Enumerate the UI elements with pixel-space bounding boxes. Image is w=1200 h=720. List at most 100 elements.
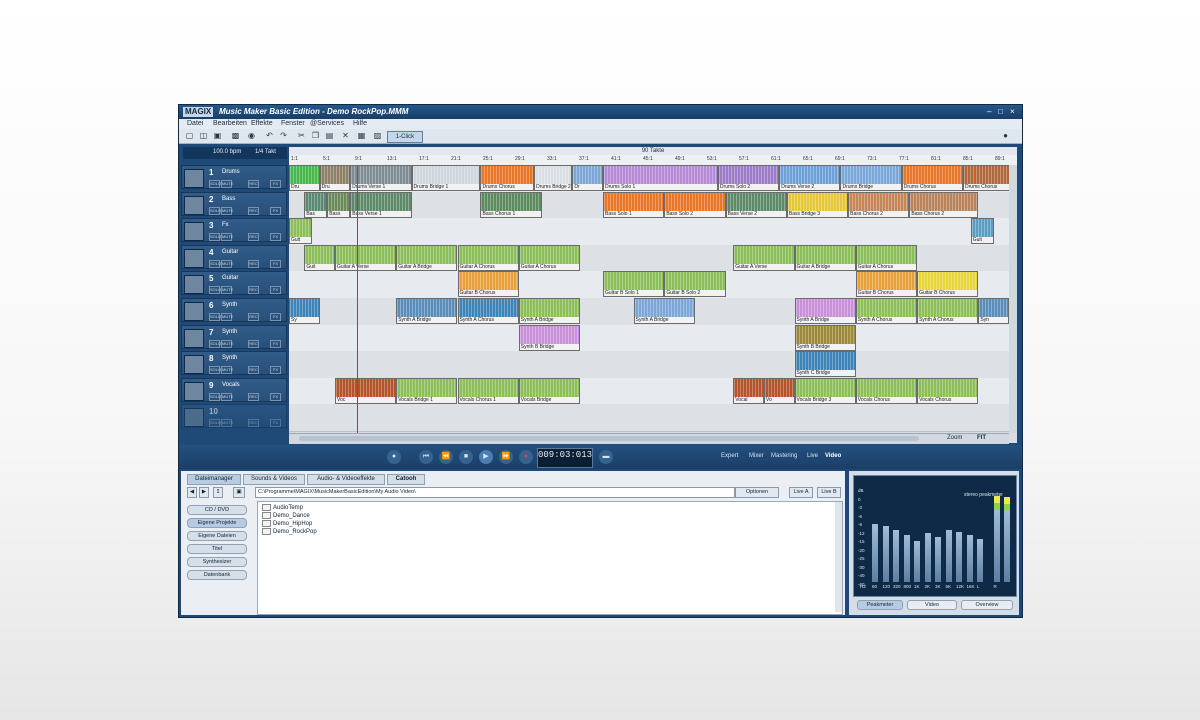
audio-object[interactable]: Guitar B Chorus [855,271,918,298]
audio-object[interactable]: Dr [572,165,604,191]
audio-object[interactable]: Bass Verse 2 [725,191,787,218]
playhead-marker[interactable] [357,165,358,441]
solo-button[interactable]: SOLO [209,392,221,401]
menu-fenster[interactable]: Fenster [281,120,305,127]
go-to-start-icon[interactable]: ⏮ [419,450,433,464]
audio-object[interactable]: Guitar B Chorus [457,271,519,298]
solo-button[interactable]: SOLO [209,419,221,428]
fit-button[interactable]: FIT [977,435,986,441]
audio-object[interactable]: Bass Solo 1 [603,191,665,218]
audio-object[interactable]: Bass Solo 2 [664,191,726,218]
audio-object[interactable]: Vocal [733,377,764,404]
play-icon[interactable]: ▶ [479,450,493,464]
redo-icon[interactable]: ↷ [279,131,288,140]
live-a-button[interactable]: Live A [789,487,813,498]
mute-button[interactable]: MUTE [221,180,233,188]
track-fx-button[interactable]: FX [270,419,281,428]
audio-object[interactable]: Vocals Bridge 1 [396,377,458,404]
mute-button[interactable]: MUTE [221,366,233,375]
eigene-dateien-button[interactable]: Eigene Dateien [187,531,247,541]
record-arm-button[interactable]: REC [248,206,259,215]
audio-object[interactable]: Guitar A Bridge [794,244,856,271]
horizontal-scroll-thumb[interactable] [299,436,919,441]
audio-object[interactable]: Syn [978,298,1009,324]
tab-dateimanager[interactable]: Dateimanager [187,474,241,485]
track-fx-button[interactable]: FX [270,313,281,321]
menu-bearbeiten[interactable]: Bearbeiten [213,120,247,127]
export-icon[interactable]: ▩ [231,131,240,140]
audio-object[interactable]: Dru [319,165,351,191]
audio-object[interactable]: Vocals Chorus [917,377,979,404]
track-header[interactable]: 1 Drums SOLO MUTE REC FX [181,165,287,189]
menu-datei[interactable]: Datei [187,120,203,127]
track-header[interactable]: 7 Synth SOLO MUTE REC FX [181,324,287,349]
audio-object[interactable]: Vocals Chorus 1 [457,377,519,404]
mute-button[interactable]: MUTE [221,233,233,242]
record-arm-button[interactable]: REC [248,392,259,401]
tempo-display[interactable]: 100.0 bpm 1/4 Takt [183,147,287,159]
track-fx-button[interactable]: FX [270,286,281,295]
file-list-scrollbar[interactable] [835,502,842,612]
mixdown-icon[interactable]: ▨ [373,131,382,140]
back-icon[interactable]: ◀ [187,487,197,498]
track-fx-button[interactable]: FX [270,366,281,375]
synthesizer-button[interactable]: Synthesizer [187,557,247,567]
record-arm-button[interactable]: REC [248,286,259,295]
audio-object[interactable]: Vocals Chorus [855,377,918,404]
track-fx-button[interactable]: FX [270,180,281,188]
audio-object[interactable]: Drums Solo 1 [603,165,718,191]
vertical-scrollbar[interactable] [1009,165,1017,433]
open-folder-icon[interactable]: ◫ [199,131,208,140]
fast-forward-icon[interactable]: ⏩ [499,450,513,464]
audio-object[interactable]: Guitar B Solo 2 [664,271,726,298]
audio-object[interactable]: Guitar A Verse [334,244,397,271]
audio-object[interactable]: Drums Chorus [480,165,535,191]
record-arm-button[interactable]: REC [248,180,259,188]
audio-object[interactable]: Vocals Bridge [518,377,581,404]
maximize-icon[interactable]: □ [998,107,1003,117]
group-icon[interactable]: ▦ [357,131,366,140]
cd-dvd-button[interactable]: CD / DVD [187,505,247,515]
audio-object[interactable]: Guit [970,218,994,245]
computer-icon[interactable]: ▣ [233,487,245,498]
audio-object[interactable]: Drums Verse 2 [779,165,841,191]
audio-object[interactable]: Synth B Bridge [518,324,581,351]
audio-object[interactable]: Guitar A Chorus [855,244,918,271]
audio-object[interactable]: Synth A Chorus [855,298,918,324]
undo-icon[interactable]: ↶ [265,131,274,140]
tab-expert[interactable]: Expert [721,453,738,459]
burn-disc-icon[interactable]: ◉ [247,131,256,140]
horizontal-scrollbar[interactable]: Zoom FIT [289,433,1009,444]
audio-object[interactable]: Guitar A Chorus [518,244,581,271]
audio-object[interactable]: Drums Bridge 1 [411,165,481,191]
list-item[interactable]: AudioTemp [262,504,303,511]
rewind-icon[interactable]: ⏪ [439,450,453,464]
solo-button[interactable]: SOLO [209,233,221,242]
audio-object[interactable]: Guitar B Solo 1 [603,271,665,298]
audio-object[interactable]: Synth B Bridge [794,324,856,351]
audio-object[interactable]: Synth A Chorus [917,298,979,324]
mute-button[interactable]: MUTE [221,313,233,321]
track-header[interactable]: 2 Bass SOLO MUTE REC FX [181,191,287,216]
path-input[interactable]: C:\Programme\MAGIX\MusicMakerBasicEditio… [255,487,735,498]
audio-object[interactable]: Drums Verse 1 [350,165,412,191]
menu-hilfe[interactable]: Hilfe [353,120,367,127]
audio-object[interactable]: Synth A Bridge [794,298,856,324]
audio-object[interactable]: Guit [289,218,312,245]
record-arm-button[interactable]: REC [248,339,259,348]
optionen-button[interactable]: Optionen [735,487,779,498]
mute-button[interactable]: MUTE [221,419,233,428]
solo-button[interactable]: SOLO [209,366,221,375]
track-header[interactable]: 5 Guitar SOLO MUTE REC FX [181,271,287,296]
audio-object[interactable]: Synth A Bridge [518,298,581,324]
tab-mixer[interactable]: Mixer [749,453,764,459]
audio-object[interactable]: Bass Chorus 1 [480,191,542,218]
track-header[interactable]: 9 Vocals SOLO MUTE REC FX [181,377,287,402]
audio-object[interactable]: Guitar A Bridge [396,244,458,271]
record-arm-button[interactable]: REC [248,233,259,242]
track-fx-button[interactable]: FX [270,339,281,348]
tab-overview[interactable]: Overview [961,600,1013,610]
zoom-label[interactable]: Zoom [947,435,962,441]
tab-sounds-videos[interactable]: Sounds & Videos [243,474,305,485]
track-fx-button[interactable]: FX [270,233,281,242]
